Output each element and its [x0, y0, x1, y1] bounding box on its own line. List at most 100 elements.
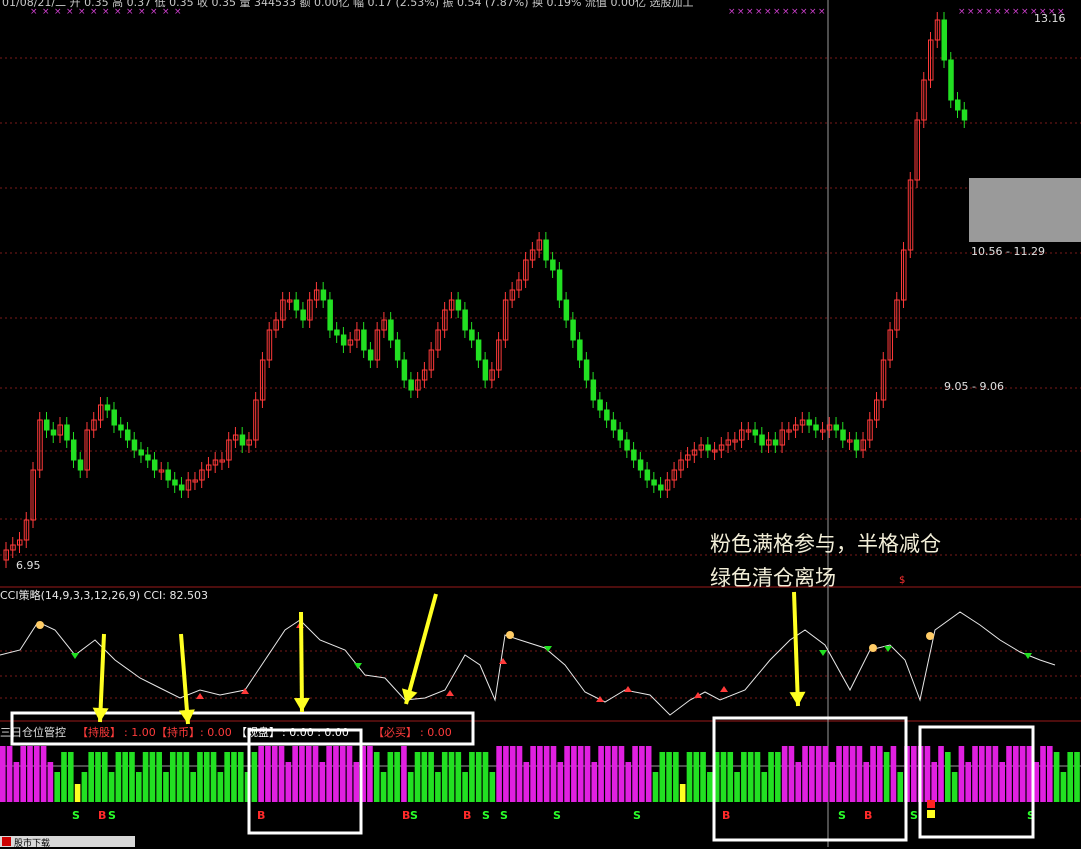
cross-marker: × — [967, 7, 975, 17]
candle-body — [367, 349, 374, 361]
watch-value: : 0.00 : 0.00 — [282, 726, 349, 739]
position-bar — [598, 746, 604, 802]
app-icon — [2, 837, 11, 846]
candle-body — [172, 479, 178, 486]
cross-marker: × — [985, 7, 993, 17]
position-bar — [1006, 746, 1012, 802]
position-bar — [550, 746, 557, 802]
candle-body — [840, 429, 846, 441]
cci-signal-arrow — [720, 686, 728, 692]
position-bar — [645, 746, 652, 802]
buy-label: 【必买】 — [373, 726, 417, 739]
position-bar — [992, 746, 999, 802]
position-bar — [108, 772, 115, 802]
position-bar — [632, 746, 638, 802]
taskbar-item[interactable]: 股市下载 — [0, 836, 135, 849]
candle-body — [482, 359, 489, 381]
position-bar — [27, 746, 33, 802]
candle-body — [583, 359, 590, 381]
candle-body — [131, 439, 138, 451]
position-bar — [870, 746, 876, 802]
position-bar — [761, 772, 768, 802]
candle-body — [64, 424, 70, 441]
hold-value: : 1.00 — [124, 726, 156, 739]
watch-label: 【观盘】 — [236, 726, 280, 739]
candle-body — [293, 299, 300, 311]
position-bar — [747, 752, 754, 802]
taskbar-label: 股市下载 — [14, 839, 51, 849]
position-bar — [564, 746, 570, 802]
arrow-head — [401, 688, 418, 704]
position-bar — [849, 746, 856, 802]
position-bar — [0, 746, 6, 802]
position-bar — [305, 746, 312, 802]
candle-body — [70, 439, 77, 461]
cross-marker: × — [994, 7, 1002, 17]
position-bar — [965, 762, 972, 802]
position-bar — [734, 772, 740, 802]
candle-body — [813, 424, 819, 431]
candle-body — [408, 379, 414, 391]
position-bar — [367, 746, 373, 802]
candle-body — [178, 484, 185, 491]
cci-signal-arrow — [446, 690, 454, 696]
trade-signal-sell: S — [410, 809, 418, 822]
mark-square — [927, 800, 935, 808]
cross-marker: × — [791, 7, 799, 17]
cross-marker: × — [809, 7, 817, 17]
candle-body — [165, 469, 171, 481]
position-bar — [183, 752, 190, 802]
candle-body — [651, 479, 657, 486]
candle-body — [955, 99, 961, 111]
indicator-marker: $ — [899, 575, 906, 586]
hand-icon — [869, 644, 877, 652]
position-bar — [557, 762, 564, 802]
position-bar — [924, 746, 931, 802]
trade-signal-sell: S — [633, 809, 641, 822]
position-bar — [775, 752, 781, 802]
candle-body — [469, 329, 475, 341]
candle-body — [806, 419, 813, 426]
candle-body — [624, 439, 630, 451]
indicator-title: CCI策略(14,9,3,3,12,26,9) CCI: 82.503 — [0, 589, 208, 602]
position-bar — [727, 752, 734, 802]
position-bar — [54, 772, 60, 802]
kline-chart[interactable]: × × × × × × × × × × × × × × × × × × × × × × × × × × × × × × × × × × × ×S B S B… — [0, 0, 1081, 847]
position-bar — [856, 746, 863, 802]
position-bar — [122, 752, 128, 802]
position-bar — [951, 772, 958, 802]
candle-body — [388, 319, 394, 341]
position-bar — [407, 772, 414, 802]
position-bar — [639, 746, 645, 802]
position-bar — [346, 746, 353, 802]
cross-marker: × — [764, 7, 772, 17]
position-bar — [169, 752, 176, 802]
position-bar — [822, 746, 829, 802]
trade-signal-sell: S — [500, 809, 508, 822]
position-bar — [74, 784, 81, 802]
position-bar — [979, 746, 985, 802]
position-bar — [931, 762, 938, 802]
cross-marker: × — [1021, 7, 1029, 17]
arrow-head — [293, 697, 310, 712]
candle-body — [590, 379, 597, 401]
candle-body — [644, 469, 651, 481]
price-band-low-label: 9.05 - 9.06 — [944, 380, 1004, 393]
candle-body — [759, 434, 765, 446]
candle-body — [658, 484, 664, 491]
candle-body — [948, 59, 954, 101]
candle-body — [77, 459, 84, 471]
position-bar — [938, 746, 944, 802]
buy-value: : 0.00 — [420, 726, 452, 739]
position-bar — [339, 746, 346, 802]
position-bar — [333, 746, 339, 802]
position-bar — [380, 772, 387, 802]
position-bar — [135, 772, 142, 802]
cross-marker: × — [976, 7, 984, 17]
position-bar — [292, 746, 298, 802]
position-bar — [271, 746, 278, 802]
position-bar — [67, 752, 74, 802]
arrow-head — [178, 709, 195, 724]
quote-header: 01/08/21/二 开 0.35 高 0.37 低 0.35 收 0.35 量… — [2, 0, 694, 9]
position-bar — [441, 752, 448, 802]
